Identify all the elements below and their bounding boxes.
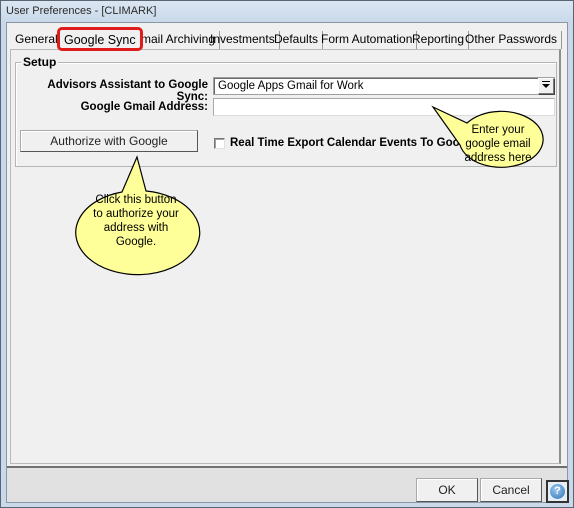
tab-strip: General Google Sync Email Archiving Inve… xyxy=(11,27,563,51)
cancel-button[interactable]: Cancel xyxy=(480,478,542,502)
authorize-hint-line-4: Google. xyxy=(115,236,157,248)
chevron-down-icon xyxy=(542,81,550,88)
authorize-hint-line-1: Click this button xyxy=(95,194,177,206)
tab-reporting[interactable]: Reporting xyxy=(408,31,470,49)
ok-button[interactable]: OK xyxy=(416,478,478,502)
authorize-with-google-button[interactable]: Authorize with Google xyxy=(20,130,198,152)
authorize-hint-line-2: to authorize your xyxy=(93,208,179,220)
authorize-hint-text: Click this button to authorize your addr… xyxy=(77,193,195,249)
email-hint-line-2: google email xyxy=(465,138,531,150)
setup-group-label: Setup xyxy=(21,55,59,69)
question-mark-icon: ? xyxy=(550,484,565,499)
realtime-export-checkbox[interactable] xyxy=(214,138,225,149)
user-preferences-window: User Preferences - [CLIMARK] General Goo… xyxy=(0,0,574,508)
help-button[interactable]: ? xyxy=(546,480,569,503)
sync-mode-dropdown[interactable]: Google Apps Gmail for Work xyxy=(213,77,555,95)
tab-defaults[interactable]: Defaults xyxy=(270,31,324,49)
email-hint-line-1: Enter your xyxy=(471,124,525,136)
tab-google-sync[interactable]: Google Sync xyxy=(57,27,143,51)
tab-investments[interactable]: Investments xyxy=(206,31,280,49)
dialog-client-area: General Google Sync Email Archiving Inve… xyxy=(6,22,569,503)
tab-other-passwords[interactable]: Other Passwords xyxy=(461,31,563,49)
email-hint-text: Enter your google email address here xyxy=(453,123,543,165)
tab-form-automation[interactable]: Form Automation xyxy=(317,31,418,49)
email-hint-callout: Enter your google email address here xyxy=(427,105,567,185)
title-bar[interactable]: User Preferences - [CLIMARK] xyxy=(1,1,573,22)
sync-mode-value: Google Apps Gmail for Work xyxy=(218,80,364,92)
authorize-hint-callout: Click this button to authorize your addr… xyxy=(67,151,201,276)
authorize-hint-line-3: address with xyxy=(103,222,169,234)
tab-general[interactable]: General xyxy=(11,31,63,49)
sync-mode-label: Advisors Assistant to Google Sync: xyxy=(47,79,208,103)
gmail-address-label: Google Gmail Address: xyxy=(80,101,208,113)
window-title: User Preferences - [CLIMARK] xyxy=(6,5,157,17)
dropdown-arrow-button[interactable] xyxy=(538,78,554,94)
email-hint-line-3: address here xyxy=(464,152,532,164)
